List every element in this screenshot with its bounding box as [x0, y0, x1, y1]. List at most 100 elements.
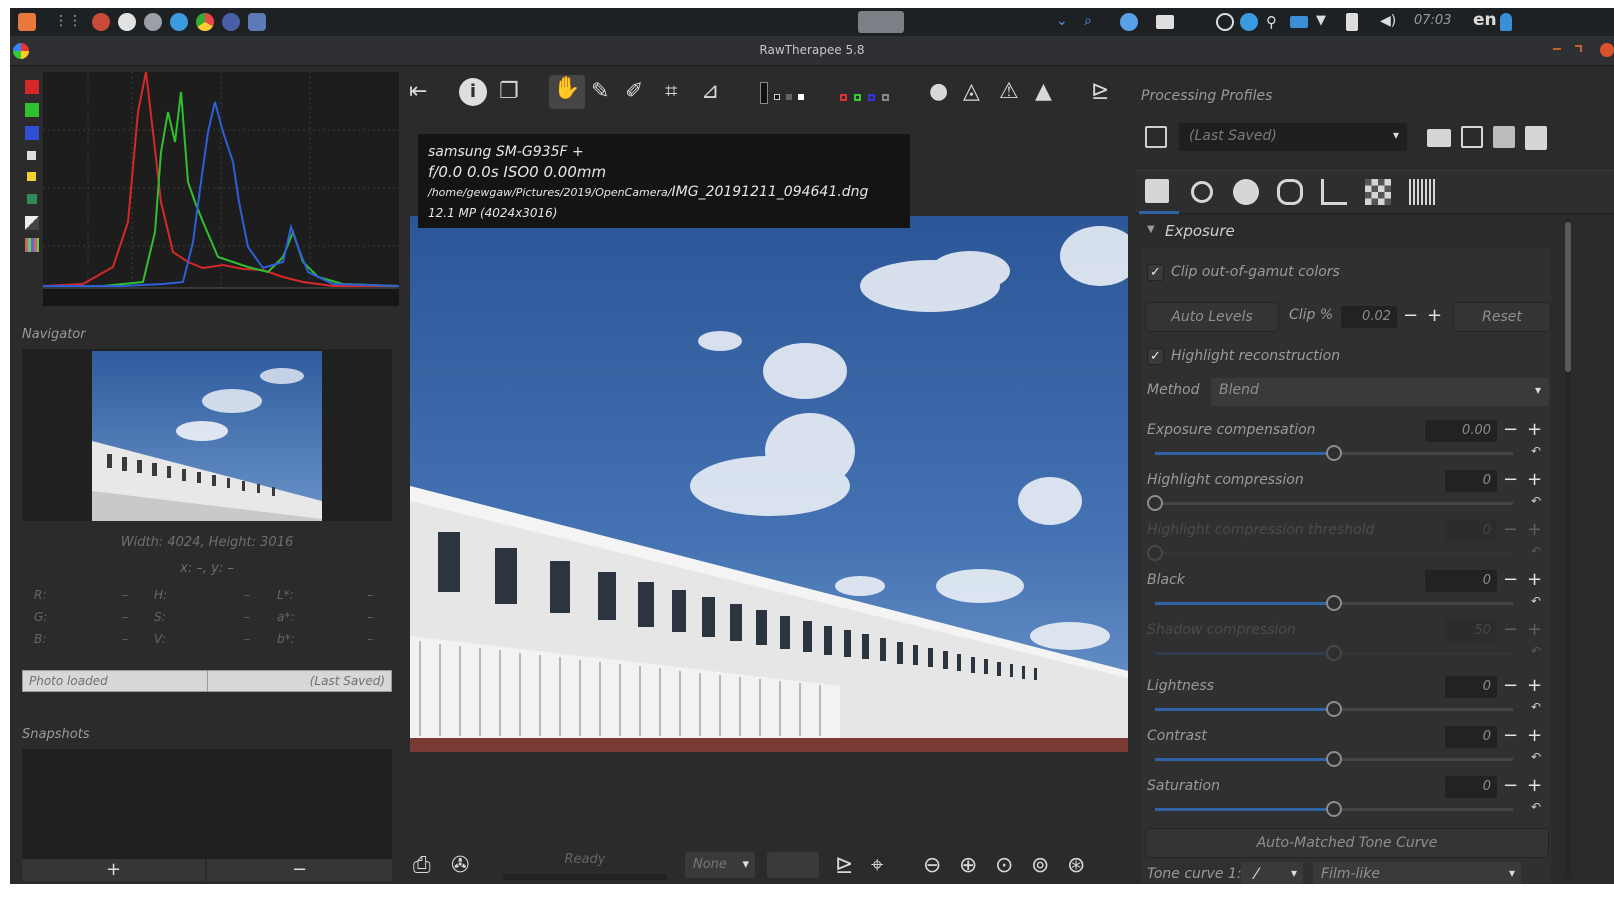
slider-handle[interactable] [1326, 751, 1342, 767]
launcher-app6-icon[interactable] [222, 13, 240, 31]
slider-handle[interactable] [1326, 701, 1342, 717]
flip-icon[interactable]: ⌖ [871, 852, 883, 880]
copy-profile-icon[interactable] [1493, 126, 1515, 148]
main-photo[interactable] [410, 216, 1128, 752]
slider-track[interactable] [1155, 552, 1513, 555]
histogram-red-toggle[interactable] [25, 80, 39, 94]
search-icon[interactable]: ⌕ [1084, 13, 1102, 31]
slider-value[interactable]: 0 [1445, 520, 1497, 542]
histogram-blue-toggle[interactable] [25, 126, 39, 140]
slider-value[interactable]: 0 [1445, 676, 1497, 698]
paste-profile-icon[interactable] [1525, 126, 1547, 150]
slider-value[interactable]: 0 [1425, 570, 1497, 592]
slider-reset-icon[interactable]: ↶ [1531, 494, 1541, 508]
slider-reset-icon[interactable]: ↶ [1531, 750, 1541, 764]
tab-color[interactable] [1233, 179, 1259, 205]
slider-increment-button[interactable]: + [1527, 520, 1542, 540]
network-icon[interactable] [1290, 16, 1308, 28]
scrollbar-thumb[interactable] [1565, 222, 1571, 372]
before-after-icon[interactable]: ❐ [499, 78, 519, 106]
histogram-raw-toggle[interactable] [27, 194, 37, 204]
location-icon[interactable]: ⚲ [1266, 13, 1284, 31]
zoom-crop-icon[interactable]: ⊚ [1031, 852, 1049, 880]
slider-reset-icon[interactable]: ↶ [1531, 594, 1541, 608]
slider-reset-icon[interactable]: ↶ [1531, 444, 1541, 458]
clock[interactable]: 07:03 [1414, 13, 1451, 28]
battery-icon[interactable] [1346, 13, 1358, 31]
tone-curve-mode-select[interactable]: Film-like ▾ [1313, 862, 1521, 884]
info-icon[interactable]: i [459, 78, 487, 106]
slider-reset-icon[interactable]: ↶ [1531, 644, 1541, 658]
highlight-clip-icon[interactable]: ⚠ [999, 78, 1019, 106]
slider-increment-button[interactable]: + [1527, 570, 1542, 590]
slider-handle[interactable] [1147, 545, 1163, 561]
open-profile-icon[interactable] [1427, 129, 1451, 147]
color-picker-icon[interactable]: ✐ [625, 78, 643, 106]
zoom-fit-icon[interactable]: ⊙ [995, 852, 1013, 880]
app-menu-icon[interactable] [18, 13, 36, 31]
slider-decrement-button[interactable]: − [1503, 676, 1518, 696]
volume-icon[interactable]: ◀) [1380, 13, 1398, 31]
tab-transform[interactable] [1321, 179, 1347, 205]
warning-icon[interactable]: ▲ [1035, 78, 1052, 106]
telegram-tray-icon[interactable] [1240, 13, 1258, 31]
slider-handle[interactable] [1326, 801, 1342, 817]
slider-value[interactable]: 50 [1445, 620, 1497, 642]
snapshot-remove-button[interactable]: − [207, 859, 392, 881]
slider-decrement-button[interactable]: − [1503, 470, 1518, 490]
method-select[interactable]: Blend ▾ [1211, 378, 1549, 406]
tab-advanced[interactable] [1277, 179, 1303, 205]
histogram-chroma-toggle[interactable] [27, 172, 36, 181]
hand-tool-icon[interactable]: ✋ [549, 75, 585, 109]
tab-metadata[interactable] [1409, 179, 1435, 205]
profile-list-icon[interactable] [1145, 126, 1167, 148]
slider-decrement-button[interactable]: − [1503, 570, 1518, 590]
cloud-icon[interactable] [1216, 13, 1234, 31]
tab-details[interactable] [1191, 181, 1213, 203]
launcher-app7-icon[interactable] [248, 13, 266, 31]
histogram-bar-toggle[interactable] [25, 238, 39, 252]
slider-handle[interactable] [1147, 495, 1163, 511]
slider-increment-button[interactable]: + [1527, 420, 1542, 440]
snapshots-list[interactable] [22, 749, 392, 859]
shadow-clip-icon[interactable]: ◬ [963, 78, 980, 106]
auto-matched-tone-curve-button[interactable]: Auto-Matched Tone Curve [1145, 828, 1549, 858]
slider-increment-button[interactable]: + [1527, 676, 1542, 696]
taskbar-rawtherapee-icon[interactable] [858, 11, 904, 33]
clip-percent-value[interactable]: 0.02 [1341, 306, 1397, 328]
slider-decrement-button[interactable]: − [1503, 726, 1518, 746]
slider-decrement-button[interactable]: − [1503, 520, 1518, 540]
chevron-down-icon[interactable]: ⌄ [1056, 13, 1074, 31]
save-image-icon[interactable]: ⎙ [413, 852, 431, 880]
clip-decrement-button[interactable]: − [1403, 306, 1418, 326]
slider-value[interactable]: 0.00 [1425, 420, 1497, 442]
slider-value[interactable]: 0 [1445, 726, 1497, 748]
slider-handle[interactable] [1326, 645, 1342, 661]
slider-value[interactable]: 0 [1445, 470, 1497, 492]
slider-handle[interactable] [1326, 595, 1342, 611]
slider-reset-icon[interactable]: ↶ [1531, 700, 1541, 714]
maximize-button[interactable] [1575, 45, 1582, 52]
histogram-mode-toggle[interactable] [25, 216, 39, 230]
snapshot-add-button[interactable]: + [22, 859, 205, 881]
auto-levels-button[interactable]: Auto Levels [1145, 302, 1279, 332]
histogram-green-toggle[interactable] [25, 103, 39, 117]
rotate-left-icon[interactable]: ⊵ [835, 852, 853, 880]
slider-decrement-button[interactable]: − [1503, 420, 1518, 440]
zoom-100-icon[interactable]: ⊛ [1067, 852, 1085, 880]
histogram-luminance-toggle[interactable] [27, 151, 36, 160]
color-management-select[interactable] [767, 852, 819, 878]
clip-gamut-checkbox[interactable]: ✓ [1147, 264, 1164, 281]
white-balance-picker-icon[interactable]: ✎ [591, 78, 609, 106]
navigator-thumbnail[interactable] [92, 351, 322, 521]
straighten-icon[interactable]: ⊿ [701, 78, 719, 106]
mail-icon[interactable] [1156, 15, 1174, 29]
launcher-files-icon[interactable] [118, 13, 136, 31]
user-icon[interactable] [1500, 13, 1512, 31]
launcher-settings-icon[interactable] [144, 13, 162, 31]
tone-curve-type-select[interactable]: ⁄ ▾ [1241, 862, 1303, 884]
highlight-recon-checkbox[interactable]: ✓ [1147, 348, 1164, 365]
language-indicator[interactable]: en [1473, 10, 1497, 30]
exposure-section-header[interactable]: ▼ Exposure [1141, 222, 1551, 244]
slider-handle[interactable] [1326, 445, 1342, 461]
